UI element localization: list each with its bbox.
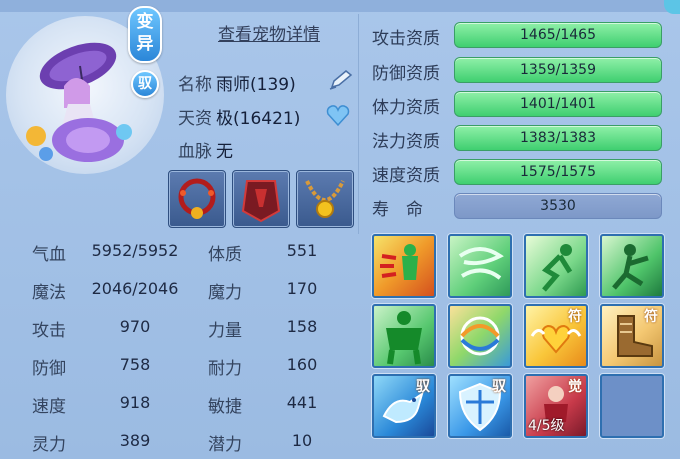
section-divider bbox=[358, 14, 359, 234]
defense-quality-value: 1359/1359 bbox=[520, 62, 596, 78]
speed-quality-label: 速度资质 bbox=[372, 166, 440, 186]
speed-quality-value: 1575/1575 bbox=[520, 164, 596, 180]
tame-badge: 驭 bbox=[131, 70, 159, 98]
skill-slot-10[interactable]: 驭 bbox=[448, 374, 512, 438]
bloodline-label: 血脉 bbox=[178, 142, 212, 162]
spirit-label: 灵力 bbox=[32, 435, 66, 455]
fire-figure-skill-icon bbox=[380, 244, 418, 280]
stamina-quality-value: 1401/1401 bbox=[520, 96, 596, 112]
wind-swirl-skill-icon bbox=[458, 247, 504, 280]
skill-level-text: 4/5级 bbox=[528, 418, 565, 434]
lifespan-label: 寿 命 bbox=[372, 200, 423, 220]
skill-slot-4[interactable] bbox=[600, 234, 664, 298]
skill-slot-1[interactable] bbox=[372, 234, 436, 298]
attack-quality-bar: 1465/1465 bbox=[454, 22, 662, 48]
defense-quality-label: 防御资质 bbox=[372, 64, 440, 84]
awaken-tag: 觉 bbox=[568, 379, 582, 395]
magic-quality-value: 1383/1383 bbox=[520, 130, 596, 146]
magic-quality-label: 法力资质 bbox=[372, 132, 440, 152]
skill-slot-5[interactable] bbox=[372, 304, 436, 368]
mp-label: 魔法 bbox=[32, 283, 66, 303]
agility-value: 441 bbox=[286, 393, 318, 412]
speed-quality-bar: 1575/1575 bbox=[454, 159, 662, 185]
elemental-orb-skill-icon bbox=[460, 316, 500, 356]
collar-icon bbox=[178, 178, 216, 219]
mp-value: 2046/2046 bbox=[91, 279, 179, 298]
skill-slot-8[interactable]: 符 bbox=[600, 304, 664, 368]
speed-label: 速度 bbox=[32, 397, 66, 417]
attack-quality-label: 攻击资质 bbox=[372, 29, 440, 49]
spirit-value: 389 bbox=[119, 431, 151, 450]
defense-value: 758 bbox=[119, 355, 151, 374]
skill-slot-9[interactable]: 驭 bbox=[372, 374, 436, 438]
name-label: 名称 bbox=[178, 75, 212, 95]
equipment-slot-collar[interactable] bbox=[168, 170, 226, 228]
pet-info-panel: 变异 驭 查看宠物详情 名称 雨师(139) 天资 极(16421) 血脉 无 … bbox=[0, 0, 680, 459]
view-pet-details-link[interactable]: 查看宠物详情 bbox=[218, 20, 320, 45]
mutant-badge: 变异 bbox=[128, 6, 162, 63]
aptitude-value: 极(16421) bbox=[216, 109, 301, 129]
skill-slot-3[interactable] bbox=[524, 234, 588, 298]
magic-power-label: 魔力 bbox=[208, 283, 242, 303]
speed-value: 918 bbox=[119, 393, 151, 412]
agility-label: 敏捷 bbox=[208, 397, 242, 417]
name-value: 雨师(139) bbox=[216, 75, 296, 95]
necklace-icon bbox=[305, 180, 345, 218]
rune-tag: 符 bbox=[568, 309, 582, 325]
strength-label: 力量 bbox=[208, 321, 242, 341]
endurance-value: 160 bbox=[286, 355, 318, 374]
skill-slot-2[interactable] bbox=[448, 234, 512, 298]
constitution-label: 体质 bbox=[208, 245, 242, 265]
equipment-slot-armor[interactable] bbox=[232, 170, 290, 228]
stamina-quality-bar: 1401/1401 bbox=[454, 91, 662, 117]
tame-tag: 驭 bbox=[492, 379, 506, 395]
top-strip bbox=[0, 0, 680, 12]
attack-quality-value: 1465/1465 bbox=[520, 27, 596, 43]
attack-label: 攻击 bbox=[32, 321, 66, 341]
rune-tag: 符 bbox=[644, 309, 658, 325]
lifespan-value: 3530 bbox=[540, 198, 576, 214]
constitution-value: 551 bbox=[286, 241, 318, 260]
potential-label: 潜力 bbox=[208, 435, 242, 455]
stamina-quality-label: 体力资质 bbox=[372, 98, 440, 118]
tame-tag: 驭 bbox=[416, 379, 430, 395]
defense-quality-bar: 1359/1359 bbox=[454, 57, 662, 83]
edit-name-icon[interactable] bbox=[326, 69, 354, 91]
skill-slot-7[interactable]: 符 bbox=[524, 304, 588, 368]
magic-quality-bar: 1383/1383 bbox=[454, 125, 662, 151]
kick-figure-skill-icon bbox=[612, 244, 649, 290]
bloodline-value: 无 bbox=[216, 142, 233, 162]
hp-label: 气血 bbox=[32, 245, 66, 265]
aptitude-label: 天资 bbox=[178, 109, 212, 129]
skill-slot-empty[interactable] bbox=[600, 374, 664, 438]
lifespan-bar: 3530 bbox=[454, 193, 662, 219]
dash-figure-skill-icon bbox=[541, 244, 573, 292]
magic-power-value: 170 bbox=[286, 279, 318, 298]
muscle-figure-skill-icon bbox=[386, 311, 422, 365]
hp-value: 5952/5952 bbox=[91, 241, 179, 260]
endurance-label: 耐力 bbox=[208, 359, 242, 379]
skill-slot-11[interactable]: 觉 4/5级 bbox=[524, 374, 588, 438]
heart-icon[interactable] bbox=[326, 104, 350, 126]
defense-label: 防御 bbox=[32, 359, 66, 379]
skill-slot-6[interactable] bbox=[448, 304, 512, 368]
equipment-slot-necklace[interactable] bbox=[296, 170, 354, 228]
strength-value: 158 bbox=[286, 317, 318, 336]
armor-icon bbox=[241, 180, 281, 223]
attack-value: 970 bbox=[119, 317, 151, 336]
potential-value: 10 bbox=[291, 431, 313, 450]
